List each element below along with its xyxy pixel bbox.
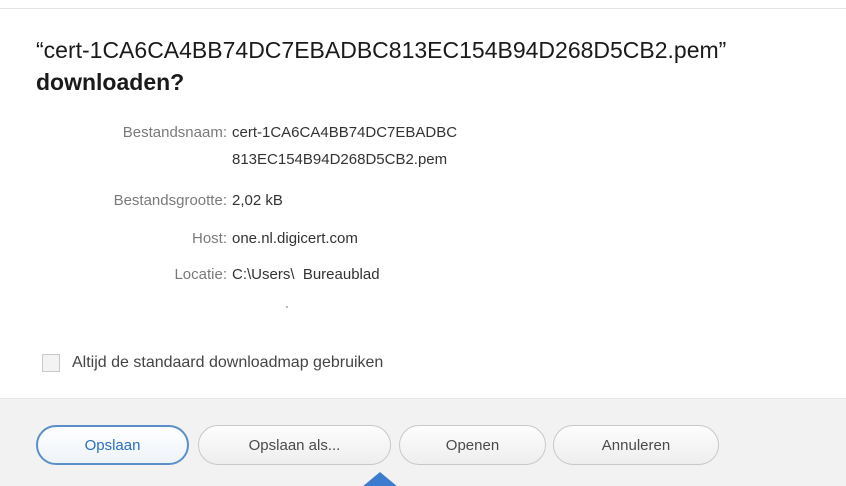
download-dialog: “cert-1CA6CA4BB74DC7EBADBC813EC154B94D26… xyxy=(0,0,846,486)
filename-label: Bestandsnaam: xyxy=(122,124,227,141)
dialog-title: “cert-1CA6CA4BB74DC7EBADBC813EC154B94D26… xyxy=(36,34,836,98)
always-default-folder-option[interactable]: Altijd de standaard downloadmap gebruike… xyxy=(42,354,383,372)
filesize-label: Bestandsgrootte: xyxy=(113,192,227,209)
location-label: Locatie: xyxy=(174,266,227,283)
open-button[interactable]: Openen xyxy=(399,425,546,465)
filesize-row: Bestandsgrootte: 2,02 kB xyxy=(0,190,283,212)
filename-value-line1: cert-1CA6CA4BB74DC7EBADBC xyxy=(232,124,458,141)
location-row: Locatie: C:\Users\ Bureaublad xyxy=(0,264,380,286)
location-redaction xyxy=(452,264,544,288)
location-dot xyxy=(286,306,288,308)
filename-row: Bestandsnaam: cert-1CA6CA4BB74DC7EBADBC … xyxy=(0,122,457,171)
pointer-arrow-icon xyxy=(362,472,398,486)
location-value: C:\Users\ Bureaublad xyxy=(232,266,380,283)
top-divider xyxy=(0,8,846,9)
always-default-folder-label: Altijd de standaard downloadmap gebruike… xyxy=(72,354,384,371)
filename-value: cert-1CA6CA4BB74DC7EBADBC 813EC154B94D26… xyxy=(232,122,457,171)
save-button[interactable]: Opslaan xyxy=(36,425,189,465)
dialog-title-filename: “cert-1CA6CA4BB74DC7EBADBC813EC154B94D26… xyxy=(36,37,727,63)
host-value: one.nl.digicert.com xyxy=(232,230,358,247)
filesize-value: 2,02 kB xyxy=(232,192,283,209)
dialog-title-question: downloaden? xyxy=(36,69,185,95)
host-row: Host: one.nl.digicert.com xyxy=(0,228,358,250)
filename-value-line2: 813EC154B94D268D5CB2.pem xyxy=(232,151,448,168)
cancel-button[interactable]: Annuleren xyxy=(553,425,719,465)
always-default-folder-checkbox[interactable] xyxy=(42,354,60,372)
save-as-button[interactable]: Opslaan als... xyxy=(198,425,391,465)
location-redaction-line2 xyxy=(232,292,536,316)
host-label: Host: xyxy=(191,230,227,247)
